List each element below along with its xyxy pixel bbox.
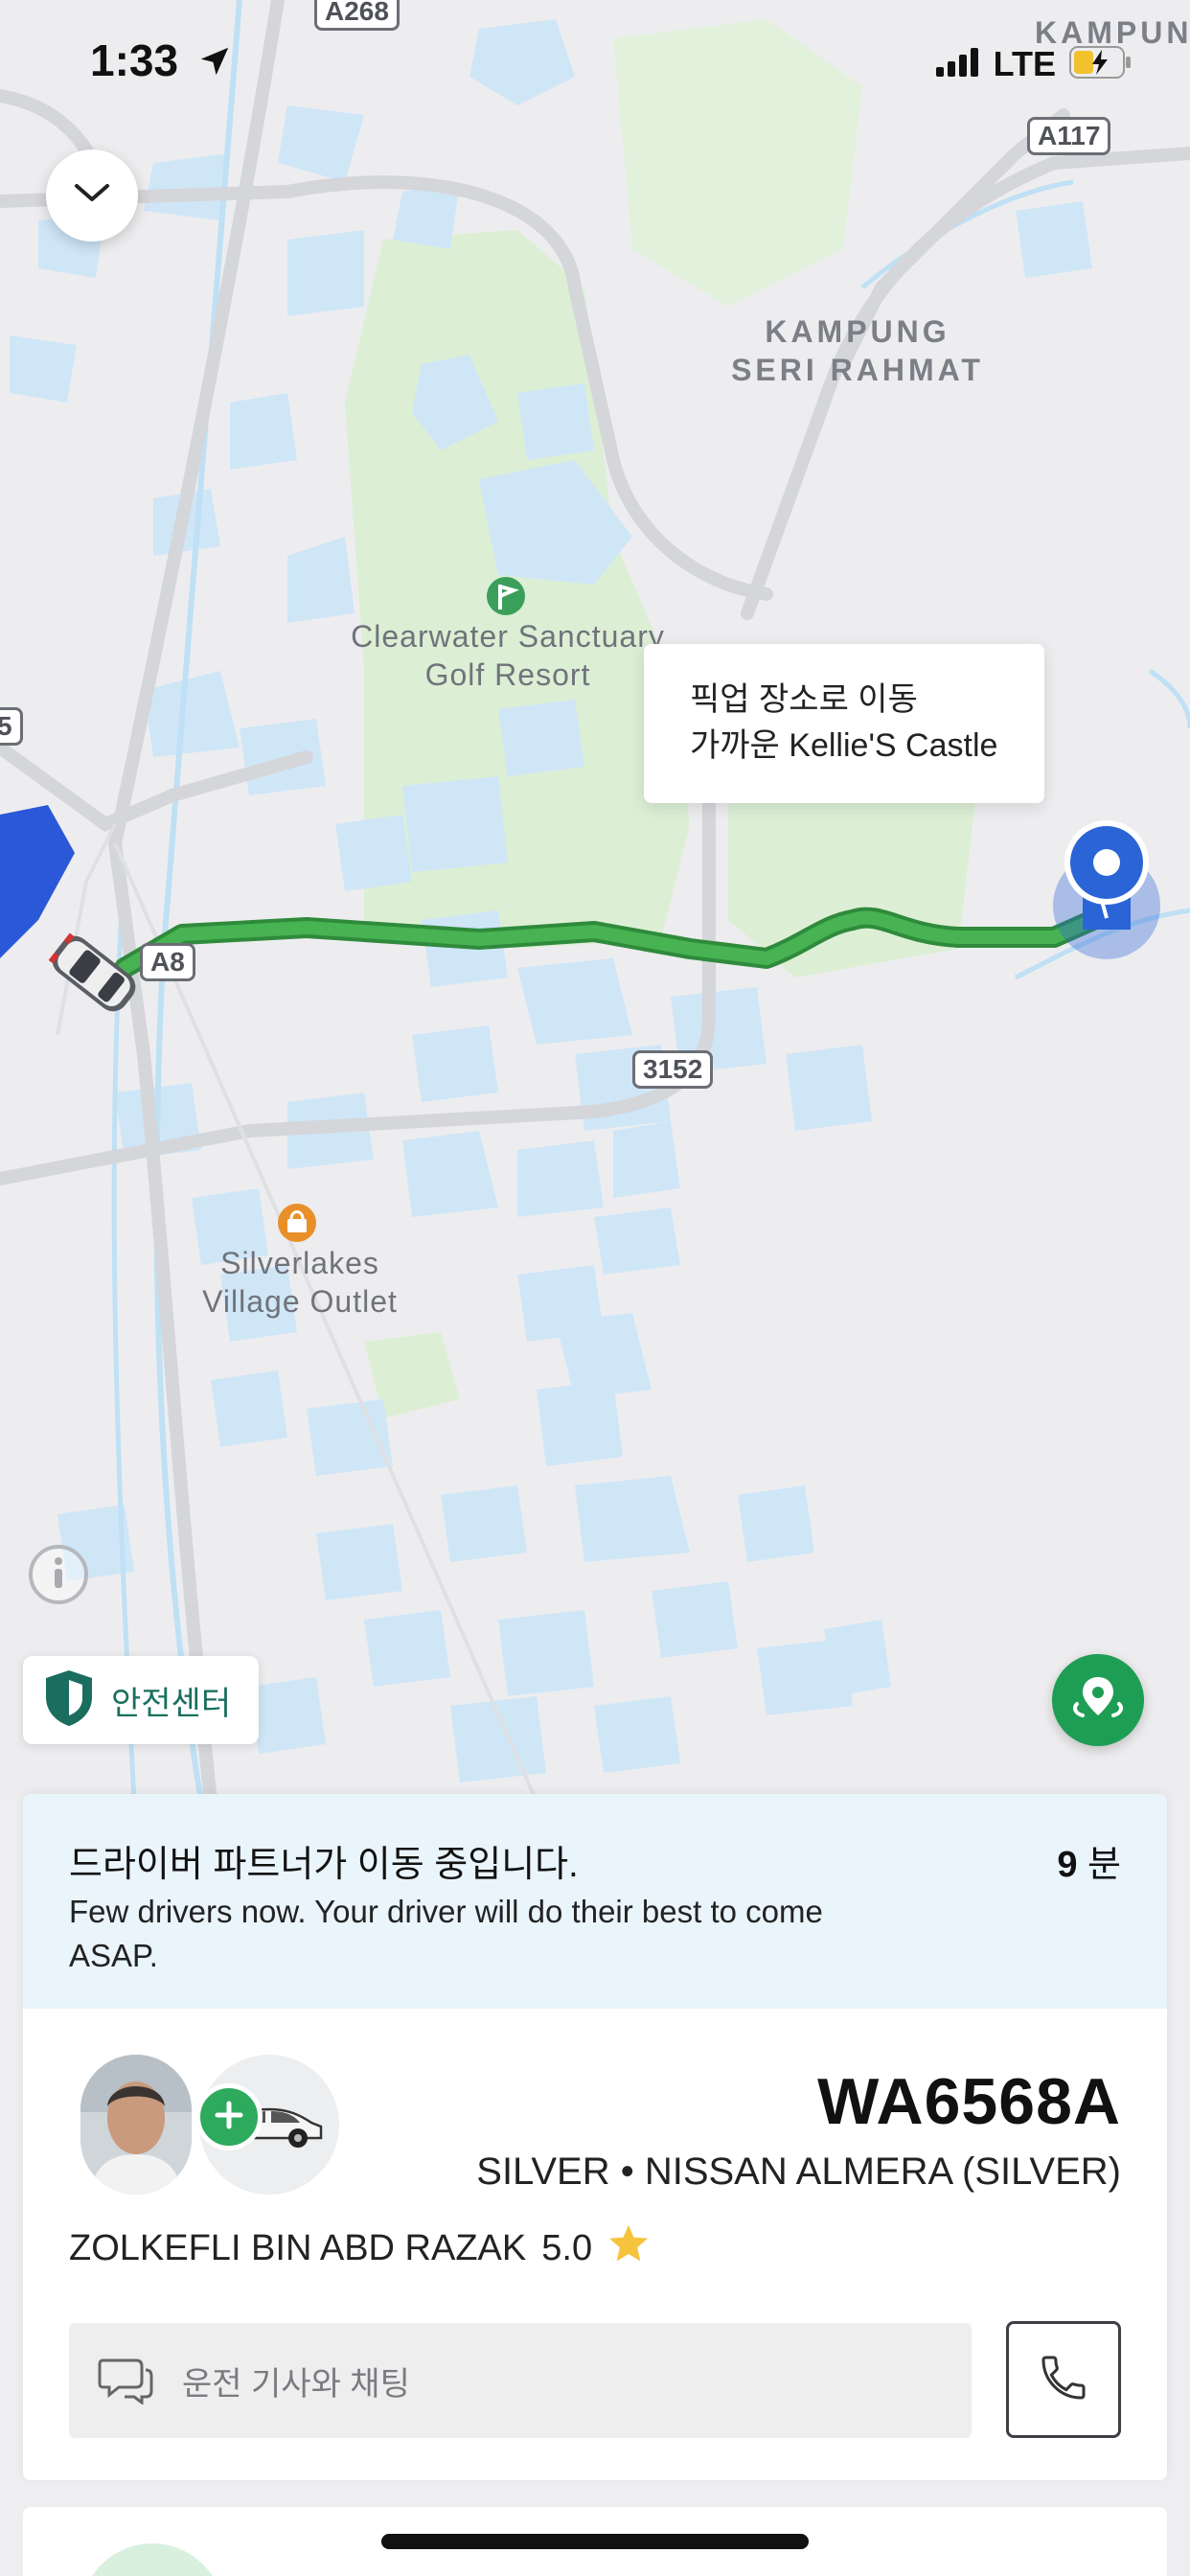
pickup-tooltip[interactable]: 픽업 장소로 이동 가까운 Kellie'S Castle — [644, 644, 1044, 803]
driver-name: ZOLKEFLI BIN ABD RAZAK — [69, 2227, 527, 2268]
safety-center-button[interactable]: 안전센터 — [23, 1656, 259, 1744]
pickup-tooltip-line1: 픽업 장소로 이동 — [690, 681, 918, 718]
map-info-button[interactable] — [29, 1545, 88, 1604]
signal-bars-icon — [935, 47, 980, 81]
next-card-icon-circle — [80, 2543, 224, 2576]
trip-status-title: 드라이버 파트너가 이동 중입니다. — [69, 1845, 579, 1885]
map-label-line: Village Outlet — [202, 1284, 398, 1319]
road-shield: A8 — [140, 943, 195, 981]
map-label-line: SERI RAHMAT — [731, 353, 984, 387]
call-driver-button[interactable] — [1006, 2321, 1121, 2438]
safety-center-label: 안전센터 — [111, 1685, 232, 1722]
phone-icon — [1037, 2351, 1090, 2409]
chevron-down-icon — [73, 182, 111, 210]
map-label-outlet: Silverlakes Village Outlet — [163, 1244, 437, 1321]
eta-value: 9 — [1057, 1845, 1078, 1885]
map-label-line: Clearwater Sanctuary — [351, 619, 665, 654]
trip-sheet: 드라이버 파트너가 이동 중입니다. 9 분 Few drivers now. … — [23, 1794, 1167, 2480]
chat-bubble-icon — [98, 2353, 153, 2409]
plus-icon — [214, 2100, 244, 2135]
eta-banner: 드라이버 파트너가 이동 중입니다. 9 분 Few drivers now. … — [23, 1794, 1167, 2009]
trip-status-message: Few drivers now. Your driver will do the… — [69, 1894, 823, 1973]
star-icon — [607, 2223, 650, 2273]
driver-rating: 5.0 — [541, 2227, 593, 2268]
locate-button[interactable] — [1052, 1654, 1144, 1746]
location-arrow-icon — [196, 38, 233, 90]
map-label-kampung: KAMPUNG SERI RAHMAT — [719, 312, 996, 389]
road-shield: 5 — [0, 707, 23, 746]
network-label: LTE — [993, 44, 1056, 83]
chat-placeholder: 운전 기사와 채팅 — [182, 2365, 410, 2403]
road-shield: 3152 — [632, 1050, 714, 1089]
eta-time: 9 분 — [1057, 1834, 1121, 1887]
map-label-line: Silverlakes — [220, 1246, 379, 1280]
eta-unit: 분 — [1087, 1845, 1121, 1885]
map-label-line: Golf Resort — [424, 657, 591, 692]
shield-icon — [42, 1668, 96, 1733]
status-time: 1:33 — [90, 34, 233, 90]
info-icon — [44, 1555, 73, 1595]
home-indicator[interactable] — [381, 2534, 809, 2549]
map-view[interactable]: KAMPUNG SERI RAHMAT KAMPUN Clearwater Sa… — [0, 0, 1190, 1802]
driver-avatar[interactable] — [80, 2055, 192, 2195]
map-canvas — [0, 0, 1190, 1802]
chat-with-driver-input[interactable]: 운전 기사와 채팅 — [69, 2323, 972, 2438]
status-indicators: LTE — [935, 44, 1133, 84]
license-plate: WA6568A — [817, 2065, 1121, 2138]
vehicle-description: SILVER • NISSAN ALMERA (SILVER) — [476, 2150, 1121, 2193]
status-bar: 1:33 LTE — [0, 0, 1190, 125]
map-label-line: KAMPUNG — [765, 314, 950, 349]
battery-charging-icon — [1069, 45, 1133, 83]
map-label-golf-resort: Clearwater Sanctuary Golf Resort — [326, 617, 690, 694]
status-time-text: 1:33 — [90, 35, 179, 85]
collapse-button[interactable] — [46, 150, 138, 242]
add-contact-button[interactable] — [195, 2083, 263, 2150]
pickup-tooltip-line2: 가까운 Kellie'S Castle — [690, 727, 998, 764]
driver-info: ZOLKEFLI BIN ABD RAZAK 5.0 — [69, 2223, 650, 2273]
location-pin-icon — [1069, 1669, 1127, 1732]
